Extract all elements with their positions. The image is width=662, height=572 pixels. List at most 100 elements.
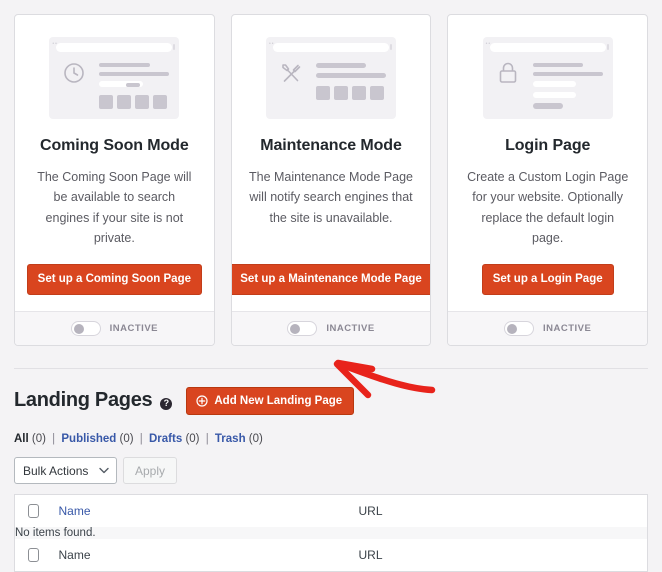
mockup-right-dot — [390, 44, 392, 50]
table-header-row: Name URL — [15, 495, 648, 528]
add-new-landing-page-button[interactable]: Add New Landing Page — [186, 387, 354, 416]
landing-pages-table: Name URL No items found. Name U — [14, 494, 648, 572]
card-login-page: •• — [447, 14, 648, 346]
card-title: Maintenance Mode — [260, 137, 402, 155]
mockup-right-dot — [607, 44, 609, 50]
mockup-line — [99, 63, 149, 67]
mockup-dots: •• — [486, 40, 492, 49]
maintenance-illustration: •• — [266, 37, 396, 119]
bulk-actions-row: Bulk Actions Apply — [14, 457, 648, 484]
mode-cards-row: •• — [0, 0, 662, 346]
column-header-url-label: URL — [359, 504, 383, 518]
clock-icon — [59, 59, 89, 109]
setup-maintenance-mode-page-button[interactable]: Set up a Maintenance Mode Page — [231, 264, 432, 295]
mockup-dots: •• — [269, 40, 275, 49]
toggle-knob — [290, 324, 300, 334]
column-footer-url-label: URL — [359, 548, 383, 562]
login-illustration: •• — [483, 37, 613, 119]
coming-soon-toggle[interactable] — [71, 321, 101, 336]
filter-count-trash: (0) — [249, 433, 263, 445]
card-body: •• — [448, 15, 647, 311]
card-body: •• — [15, 15, 214, 311]
column-footer-name: Name — [49, 539, 349, 572]
apply-button[interactable]: Apply — [123, 457, 177, 484]
mockup-input — [533, 92, 576, 98]
landing-pages-header: Landing Pages ? Add New Landing Page — [14, 387, 648, 416]
bulk-actions-select[interactable]: Bulk Actions — [14, 457, 117, 484]
select-all-checkbox-footer[interactable] — [28, 548, 39, 562]
mockup-address-bar — [56, 43, 172, 52]
card-coming-soon-mode: •• — [14, 14, 215, 346]
page-title: Landing Pages — [14, 389, 152, 412]
setup-coming-soon-page-button[interactable]: Set up a Coming Soon Page — [27, 264, 202, 295]
section-divider — [14, 368, 648, 369]
column-footer-url: URL — [349, 539, 648, 572]
filter-count-drafts: (0) — [185, 433, 199, 445]
mockup-content — [59, 59, 169, 109]
toggle-status-label: INACTIVE — [110, 323, 158, 334]
landing-pages-section: Landing Pages ? Add New Landing Page All… — [0, 387, 662, 572]
lock-icon — [493, 59, 523, 109]
add-new-landing-page-label: Add New Landing Page — [214, 395, 342, 408]
help-icon[interactable]: ? — [160, 398, 172, 410]
toggle-knob — [507, 324, 517, 334]
card-description: Create a Custom Login Page for your webs… — [464, 167, 631, 248]
filter-link-trash[interactable]: Trash — [215, 433, 246, 445]
mockup-lines — [533, 59, 603, 109]
table-footer-row: Name URL — [15, 539, 648, 572]
column-header-name: Name — [49, 495, 349, 528]
mockup-submit — [533, 103, 563, 109]
select-all-footer-header — [15, 539, 49, 572]
filter-separator: | — [140, 433, 143, 445]
mockup-content — [493, 59, 603, 109]
setup-login-page-button[interactable]: Set up a Login Page — [482, 264, 614, 295]
filter-link-drafts[interactable]: Drafts — [149, 433, 182, 445]
tools-icon — [276, 59, 306, 109]
empty-state-row: No items found. — [15, 527, 648, 539]
filter-separator: | — [206, 433, 209, 445]
maintenance-toggle[interactable] — [287, 321, 317, 336]
plus-circle-icon — [196, 395, 208, 407]
mockup-line — [533, 72, 603, 76]
card-description: The Coming Soon Page will be available t… — [31, 167, 198, 248]
coming-soon-illustration: •• — [49, 37, 179, 119]
mockup-content — [276, 59, 386, 109]
status-filter-links: All (0) | Published (0) | Drafts (0) | T… — [14, 433, 648, 445]
card-body: •• — [232, 15, 431, 311]
sort-by-name-link[interactable]: Name — [59, 504, 91, 518]
select-all-checkbox[interactable] — [28, 504, 39, 518]
mockup-lines — [99, 59, 169, 109]
mockup-address-bar — [273, 43, 389, 52]
mockup-address-bar — [490, 43, 606, 52]
column-footer-name-label: Name — [59, 548, 91, 562]
mockup-line — [99, 72, 169, 76]
card-footer: INACTIVE — [232, 311, 431, 345]
card-maintenance-mode: •• — [231, 14, 432, 346]
card-footer: INACTIVE — [15, 311, 214, 345]
card-title: Login Page — [505, 137, 590, 155]
mockup-input — [99, 81, 142, 87]
login-page-toggle[interactable] — [504, 321, 534, 336]
card-footer: INACTIVE — [448, 311, 647, 345]
toggle-knob — [74, 324, 84, 334]
mockup-lines — [316, 59, 386, 109]
mockup-line — [316, 73, 386, 78]
select-all-header — [15, 495, 49, 528]
column-header-url: URL — [349, 495, 648, 528]
empty-state-message: No items found. — [15, 527, 648, 539]
filter-count-all: (0) — [32, 433, 46, 445]
filter-count-published: (0) — [120, 433, 134, 445]
filter-link-published[interactable]: Published — [61, 433, 116, 445]
card-title: Coming Soon Mode — [40, 137, 189, 155]
mockup-squares — [316, 86, 386, 100]
filter-link-all[interactable]: All — [14, 433, 29, 445]
mockup-line — [316, 63, 366, 68]
filter-separator: | — [52, 433, 55, 445]
card-description: The Maintenance Mode Page will notify se… — [248, 167, 415, 228]
mockup-dots: •• — [52, 40, 58, 49]
bulk-actions-select-wrapper: Bulk Actions — [14, 457, 117, 484]
toggle-status-label: INACTIVE — [326, 323, 374, 334]
mockup-input — [533, 81, 576, 87]
mockup-right-dot — [173, 44, 175, 50]
toggle-status-label: INACTIVE — [543, 323, 591, 334]
